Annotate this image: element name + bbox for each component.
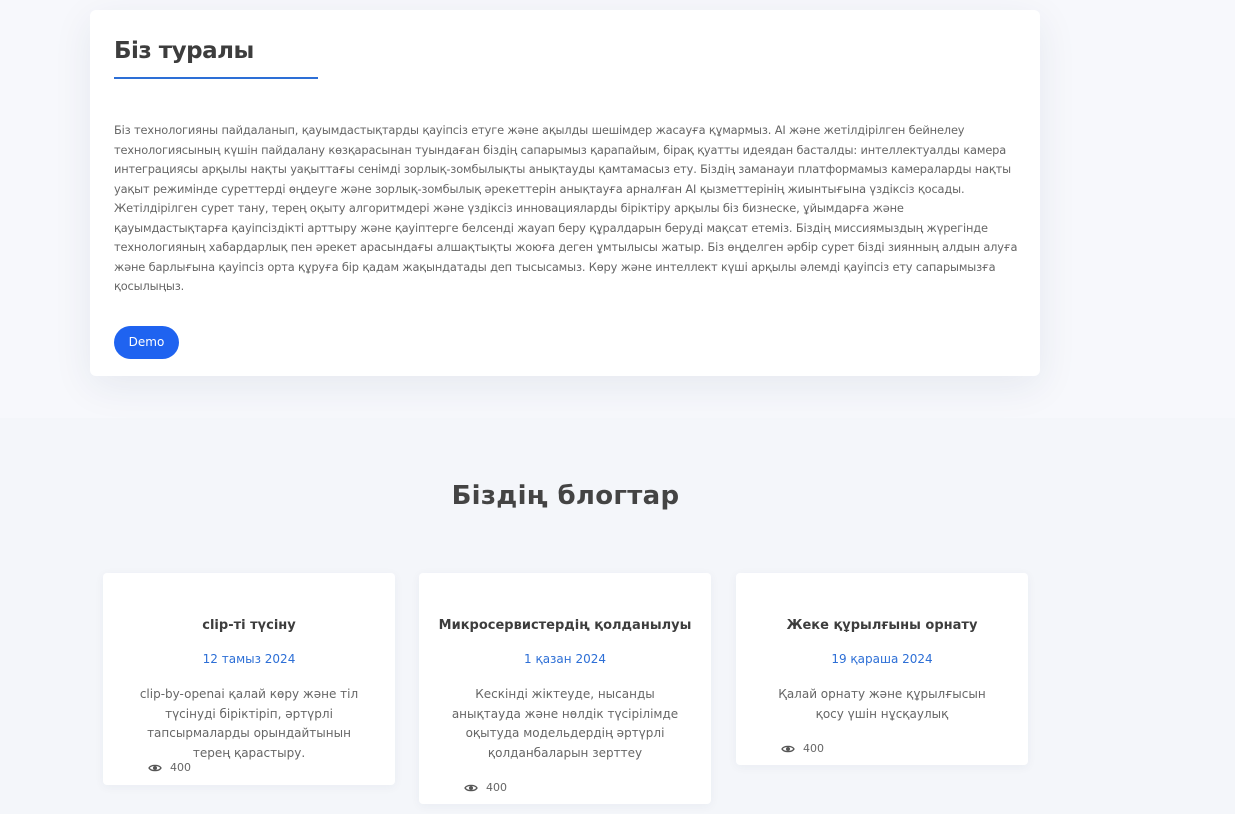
blog-date: 12 тамыз 2024: [202, 652, 296, 666]
blog-views: 400: [781, 742, 824, 755]
blog-views-count: 400: [803, 742, 824, 755]
blog-title[interactable]: Микросервистердің қолданылуы: [419, 618, 711, 633]
about-title-underline: [114, 77, 318, 79]
eye-icon: [781, 745, 795, 752]
blog-description: Кескінді жіктеуде, нысанды анықтауда жән…: [451, 687, 679, 760]
blog-date: 1 қазан 2024: [524, 652, 606, 666]
blog-description: Қалай орнату және құрылғысын қосу үшін н…: [778, 687, 986, 721]
about-description: Біз технологияны пайдаланып, қауымдастық…: [114, 123, 1018, 293]
blog-title[interactable]: Жеке құрылғыны орнату: [736, 618, 1028, 633]
blog-views-count: 400: [486, 781, 507, 794]
blog-card-understanding-clip[interactable]: clip-ті түсіну 12 тамыз 2024 clip-by-ope…: [103, 573, 395, 785]
blog-card-device-setup[interactable]: Жеке құрылғыны орнату 19 қараша 2024 Қал…: [736, 573, 1028, 765]
about-title: Біз туралы: [114, 38, 254, 64]
blog-card-microservices[interactable]: Микросервистердің қолданылуы 1 қазан 202…: [419, 573, 711, 804]
blogs-section-title: Біздің блогтар: [451, 481, 680, 511]
eye-icon: [464, 784, 478, 791]
blog-views: 400: [148, 761, 191, 774]
blog-views: 400: [464, 781, 507, 794]
demo-button[interactable]: Demo: [114, 326, 179, 359]
blog-views-count: 400: [170, 761, 191, 774]
blog-title[interactable]: clip-ті түсіну: [103, 618, 395, 633]
blog-description: clip-by-openai қалай көру және тіл түсін…: [139, 687, 359, 760]
eye-icon: [148, 764, 162, 771]
blog-date: 19 қараша 2024: [831, 652, 933, 666]
about-card: Біз туралы Біз технологияны пайдаланып, …: [90, 10, 1040, 376]
